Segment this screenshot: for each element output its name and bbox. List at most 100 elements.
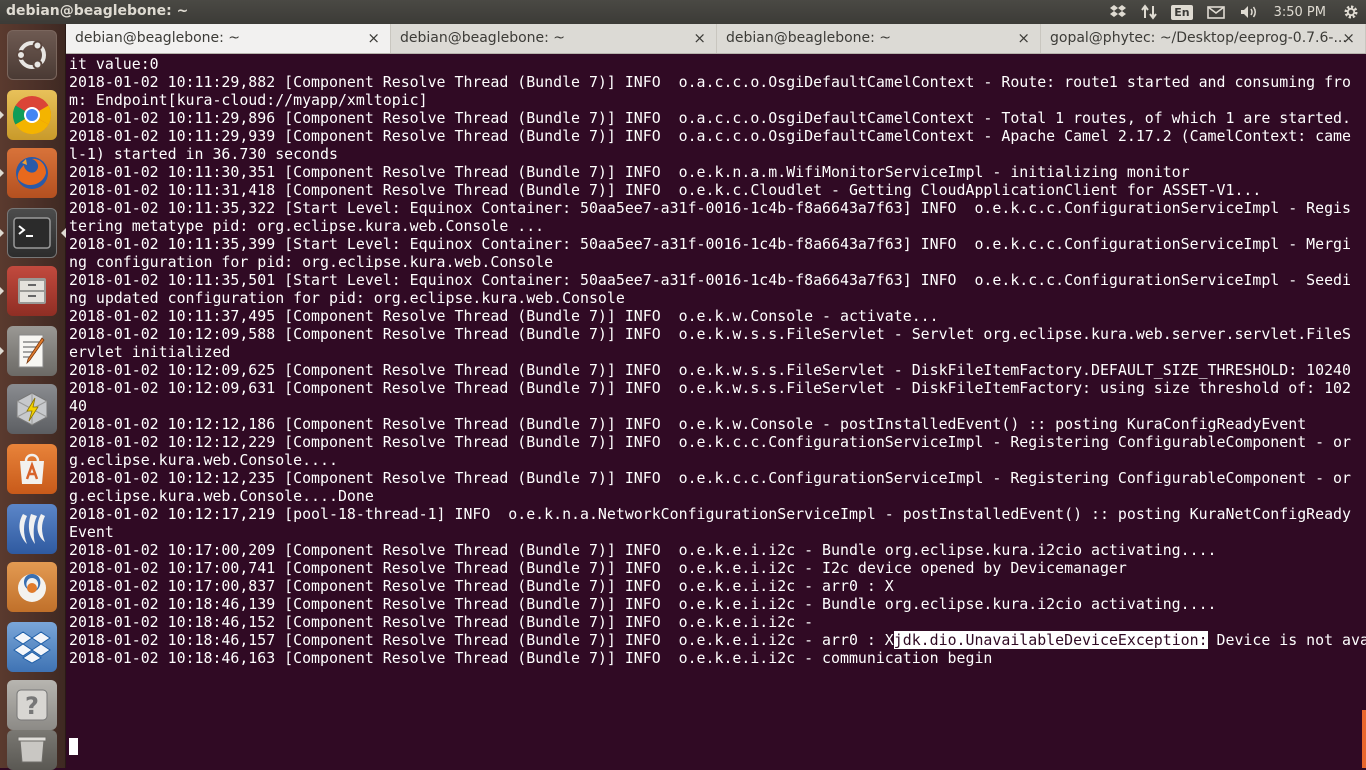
terminal-line-text: 2018-01-02 10:17:00,209 [Component Resol… [69,541,1217,559]
terminal-line: l-1) started in 36.730 seconds [69,145,1366,163]
volume-icon[interactable] [1232,0,1266,24]
terminal-line: 2018-01-02 10:11:30,351 [Component Resol… [69,163,1366,181]
terminal-line: 2018-01-02 10:11:31,418 [Component Resol… [69,181,1366,199]
terminal-line: 2018-01-02 10:18:46,163 [Component Resol… [69,649,1366,667]
files-icon[interactable] [7,266,57,316]
terminal-line: m: Endpoint[kura-cloud://myapp/xmltopic] [69,91,1366,109]
terminal-line: 2018-01-02 10:11:29,896 [Component Resol… [69,109,1366,127]
terminal-line-text: 2018-01-02 10:18:46,163 [Component Resol… [69,649,993,667]
terminal-line-text: l-1) started in 36.730 seconds [69,145,338,163]
tab-close-icon[interactable]: × [1017,29,1030,47]
blender-icon[interactable] [7,562,57,612]
terminal-line-text: ng configuration for pid: org.eclipse.ku… [69,253,554,271]
terminal-line-text: it value:0 [69,55,159,73]
keyboard-language-indicator[interactable]: En [1164,0,1199,24]
firefox-icon[interactable] [7,148,57,198]
mail-icon[interactable] [1200,0,1232,24]
tab-debian-3[interactable]: debian@beaglebone: ~ × [717,24,1041,53]
terminal-line: 2018-01-02 10:11:29,939 [Component Resol… [69,127,1366,145]
terminal-line: 2018-01-02 10:17:00,209 [Component Resol… [69,541,1366,559]
dropbox-tray-icon[interactable] [1102,0,1134,24]
tab-gopal-phytec[interactable]: gopal@phytec: ~/Desktop/eeprog-0.7.6-...… [1041,24,1366,53]
tab-label: debian@beaglebone: ~ [75,30,241,46]
tab-debian-1[interactable]: debian@beaglebone: ~ × [66,24,391,53]
terminal-line: g.eclipse.kura.web.Console....Done [69,487,1366,505]
network-icon[interactable] [1134,0,1164,24]
dropbox-icon[interactable] [7,622,57,672]
terminal-line-text: 2018-01-02 10:12:09,588 [Component Resol… [69,325,1351,343]
terminal-line: 2018-01-02 10:11:35,399 [Start Level: Eq… [69,235,1366,253]
help-icon[interactable]: ? [7,680,57,730]
terminal-line-text: 2018-01-02 10:11:29,939 [Component Resol… [69,127,1351,145]
terminal-line: 2018-01-02 10:12:12,186 [Component Resol… [69,415,1366,433]
terminal-line-text: ervlet initialized [69,343,231,361]
terminal-line-text: 2018-01-02 10:17:00,837 [Component Resol… [69,577,894,595]
terminal-line: ervlet initialized [69,343,1366,361]
terminal-line-text: Event [69,523,114,541]
tab-label: debian@beaglebone: ~ [400,30,566,46]
terminal-line: Event [69,523,1366,541]
chrome-running-indicator [0,111,4,119]
text-editor-running-indicator [0,347,4,355]
terminal-line-text: 2018-01-02 10:18:46,157 [Component Resol… [69,631,894,649]
terminal-line-text: 2018-01-02 10:11:35,501 [Start Level: Eq… [69,271,1351,289]
unity-launcher: ? [0,24,66,770]
top-panel: debian@beaglebone: ~ En 3:50 PM [0,0,1366,24]
terminal-line: 2018-01-02 10:12:12,235 [Component Resol… [69,469,1366,487]
terminal-line: 2018-01-02 10:11:37,495 [Component Resol… [69,307,1366,325]
terminal-line-text: 2018-01-02 10:11:31,418 [Component Resol… [69,181,1262,199]
terminal-tab-bar: debian@beaglebone: ~ × debian@beaglebone… [66,24,1366,54]
terminal-line-text: 2018-01-02 10:18:46,152 [Component Resol… [69,613,823,631]
terminal-line-text: 2018-01-02 10:11:37,495 [Component Resol… [69,307,939,325]
software-center-icon[interactable] [7,444,57,494]
terminal-scrollbar[interactable] [1362,710,1366,768]
terminal-output[interactable]: it value:0 2018-01-02 10:11:29,882 [Compo… [66,54,1366,768]
dash-home-icon[interactable] [7,30,57,80]
system-tray: En 3:50 PM [1102,0,1366,24]
clock[interactable]: 3:50 PM [1266,0,1336,24]
terminal-line: 2018-01-02 10:17:00,837 [Component Resol… [69,577,1366,595]
tab-close-icon[interactable]: × [367,29,380,47]
terminal-line: 2018-01-02 10:18:46,139 [Component Resol… [69,595,1366,613]
terminal-line-text: 2018-01-02 10:12:12,186 [Component Resol… [69,415,1307,433]
terminal-running-indicator [0,229,4,237]
terminal-line: 40 [69,397,1366,415]
terminal-lines: it value:0 2018-01-02 10:11:29,882 [Compo… [69,55,1366,667]
text-editor-icon[interactable] [7,326,57,376]
terminal-line-text: 2018-01-02 10:12:09,625 [Component Resol… [69,361,1351,379]
terminal-line: 2018-01-02 10:18:46,152 [Component Resol… [69,613,1366,631]
tab-close-icon[interactable]: × [693,29,706,47]
terminal-line: g.eclipse.kura.web.Console.... [69,451,1366,469]
terminal-line: 2018-01-02 10:11:35,322 [Start Level: Eq… [69,199,1366,217]
terminal-line: ng configuration for pid: org.eclipse.ku… [69,253,1366,271]
trash-icon[interactable] [7,730,57,770]
terminal-line-text: 2018-01-02 10:11:35,322 [Start Level: Eq… [69,199,1351,217]
tab-close-icon[interactable]: × [1342,29,1355,47]
terminal-icon[interactable] [7,208,57,258]
session-gear-icon[interactable] [1336,0,1366,24]
system-tools-icon[interactable] [7,384,57,434]
terminal-line: it value:0 [69,55,1366,73]
firefox-running-indicator [0,169,4,177]
tab-label: gopal@phytec: ~/Desktop/eeprog-0.7.6-... [1050,30,1347,46]
terminal-line: 2018-01-02 10:12:09,588 [Component Resol… [69,325,1366,343]
tab-debian-2[interactable]: debian@beaglebone: ~ × [391,24,717,53]
terminal-line-text: 2018-01-02 10:11:35,399 [Start Level: Eq… [69,235,1351,253]
terminal-line: 2018-01-02 10:18:46,157 [Component Resol… [69,631,1366,649]
terminal-line: 2018-01-02 10:12:17,219 [pool-18-thread-… [69,505,1366,523]
terminal-line-text: g.eclipse.kura.web.Console.... [69,451,338,469]
terminal-line-text: 2018-01-02 10:17:00,741 [Component Resol… [69,559,1127,577]
terminal-line-text: tering metatype pid: org.eclipse.kura.we… [69,217,545,235]
terminal-line-text: m: Endpoint[kura-cloud://myapp/xmltopic] [69,91,428,109]
terminal-line-text: 2018-01-02 10:11:30,351 [Component Resol… [69,163,1190,181]
terminal-line-text: 2018-01-02 10:12:12,229 [Component Resol… [69,433,1351,451]
files-running-indicator [0,287,4,295]
terminal-line-text: Device is not available [1216,631,1366,649]
terminal-line: ng updated configuration for pid: org.ec… [69,289,1366,307]
terminal-line-text: g.eclipse.kura.web.Console....Done [69,487,374,505]
terminal-line: 2018-01-02 10:12:09,625 [Component Resol… [69,361,1366,379]
terminal-cursor [69,738,78,755]
chrome-icon[interactable] [7,90,57,140]
terminal-line: 2018-01-02 10:11:29,882 [Component Resol… [69,73,1366,91]
wireshark-icon[interactable] [7,504,57,554]
